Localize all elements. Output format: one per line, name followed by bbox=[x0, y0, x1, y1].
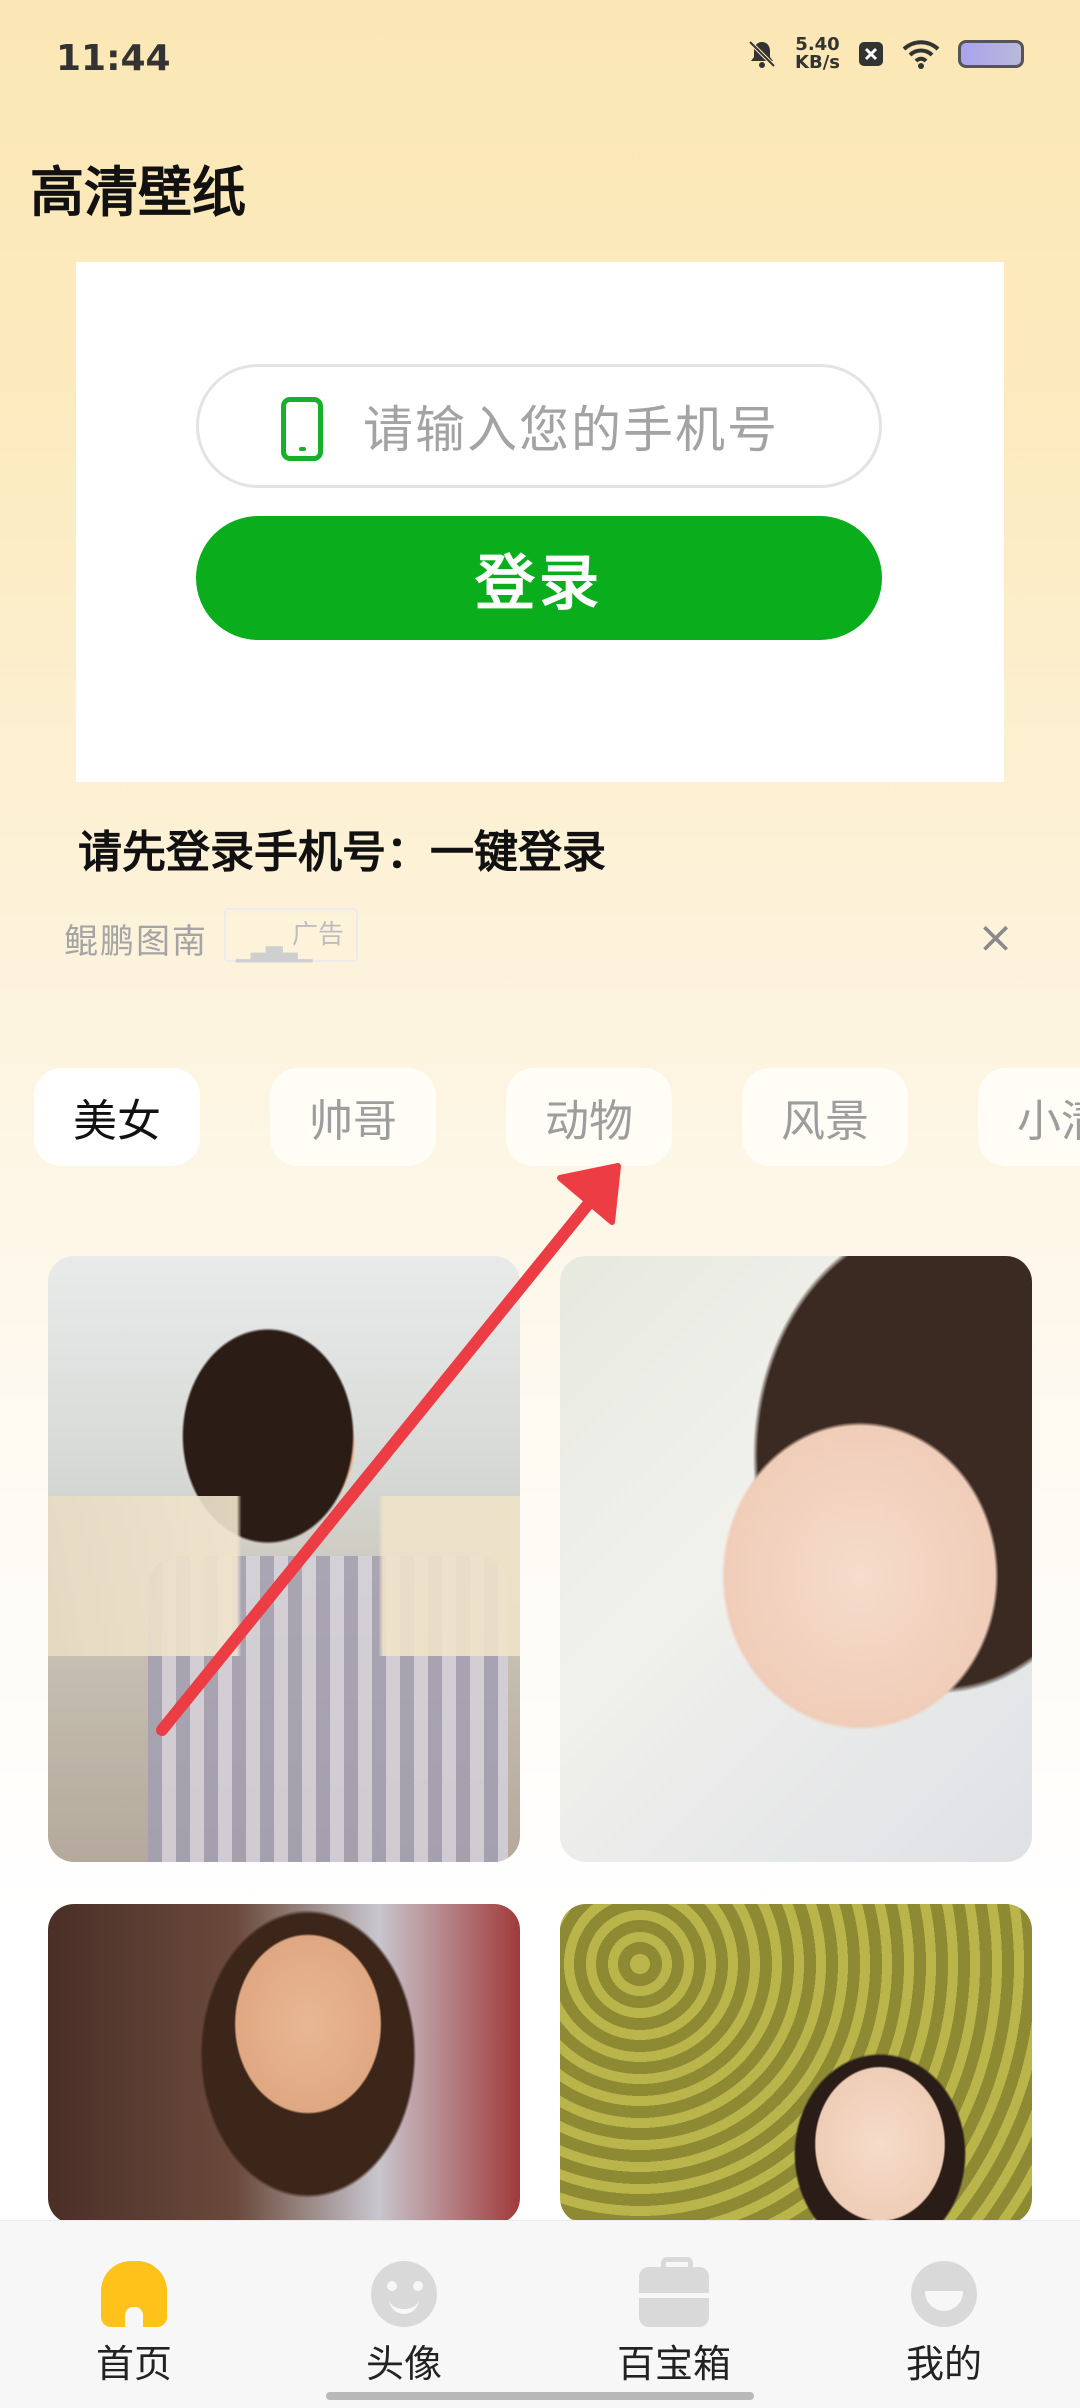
status-time: 11:44 bbox=[56, 38, 171, 79]
wallpaper-thumbnail-4[interactable] bbox=[560, 1904, 1032, 2224]
nav-item-profile[interactable]: 我的 bbox=[864, 2261, 1024, 2388]
toolbox-icon bbox=[639, 2257, 709, 2327]
ad-close-icon[interactable]: × bbox=[977, 912, 1014, 963]
ad-brand: 鲲鹏图南 bbox=[64, 922, 208, 962]
phone-input-placeholder: 请输入您的手机号 bbox=[363, 401, 779, 459]
tab-category-2[interactable]: 动物 bbox=[506, 1068, 672, 1166]
login-button[interactable]: 登录 bbox=[196, 516, 882, 640]
bottom-nav: 首页 头像 百宝箱 我的 bbox=[0, 2220, 1080, 2408]
nav-label-avatar: 头像 bbox=[365, 2342, 442, 2386]
login-hint: 请先登录手机号：一键登录 bbox=[78, 827, 606, 878]
tab-category-0[interactable]: 美女 bbox=[34, 1068, 200, 1166]
ad-tag: ▁▃▅▃▁ 广告 bbox=[224, 908, 359, 963]
network-speed: 5.40 KB/s bbox=[795, 36, 840, 72]
wallpaper-thumbnail-3[interactable] bbox=[48, 1904, 520, 2224]
login-card: 请输入您的手机号 登录 bbox=[76, 262, 1004, 782]
profile-icon bbox=[911, 2261, 977, 2327]
wifi-icon bbox=[902, 40, 940, 69]
status-icons: 5.40 KB/s bbox=[747, 36, 1024, 72]
close-box-icon bbox=[859, 42, 883, 66]
nav-item-home[interactable]: 首页 bbox=[54, 2261, 214, 2388]
nav-label-home: 首页 bbox=[95, 2342, 172, 2386]
category-tabs: 美女 帅哥 动物 风景 小清 bbox=[34, 1068, 1080, 1166]
wallpaper-thumbnail-1[interactable] bbox=[48, 1256, 520, 1862]
home-icon bbox=[101, 2261, 167, 2327]
home-indicator[interactable] bbox=[326, 2392, 754, 2400]
nav-label-profile: 我的 bbox=[905, 2342, 982, 2386]
network-speed-unit: KB/s bbox=[795, 52, 840, 73]
bell-muted-icon bbox=[748, 40, 776, 68]
phone-icon bbox=[281, 397, 323, 461]
battery-icon bbox=[958, 40, 1024, 68]
tab-category-4[interactable]: 小清 bbox=[978, 1068, 1080, 1166]
tab-category-3[interactable]: 风景 bbox=[742, 1068, 908, 1166]
phone-input[interactable]: 请输入您的手机号 bbox=[196, 364, 882, 488]
ad-logo-icon: ▁▃▅▃▁ bbox=[236, 938, 313, 963]
ad-banner[interactable]: 鲲鹏图南 ▁▃▅▃▁ 广告 × bbox=[64, 908, 1014, 968]
nav-item-avatar[interactable]: 头像 bbox=[324, 2261, 484, 2388]
tab-category-1[interactable]: 帅哥 bbox=[270, 1068, 436, 1166]
status-bar: 11:44 5.40 KB/s bbox=[0, 0, 1080, 120]
nav-item-toolbox[interactable]: 百宝箱 bbox=[594, 2257, 754, 2388]
wallpaper-thumbnail-2[interactable] bbox=[560, 1256, 1032, 1862]
nav-label-toolbox: 百宝箱 bbox=[616, 2342, 731, 2386]
page-title: 高清壁纸 bbox=[30, 161, 246, 224]
avatar-icon bbox=[371, 2261, 437, 2327]
